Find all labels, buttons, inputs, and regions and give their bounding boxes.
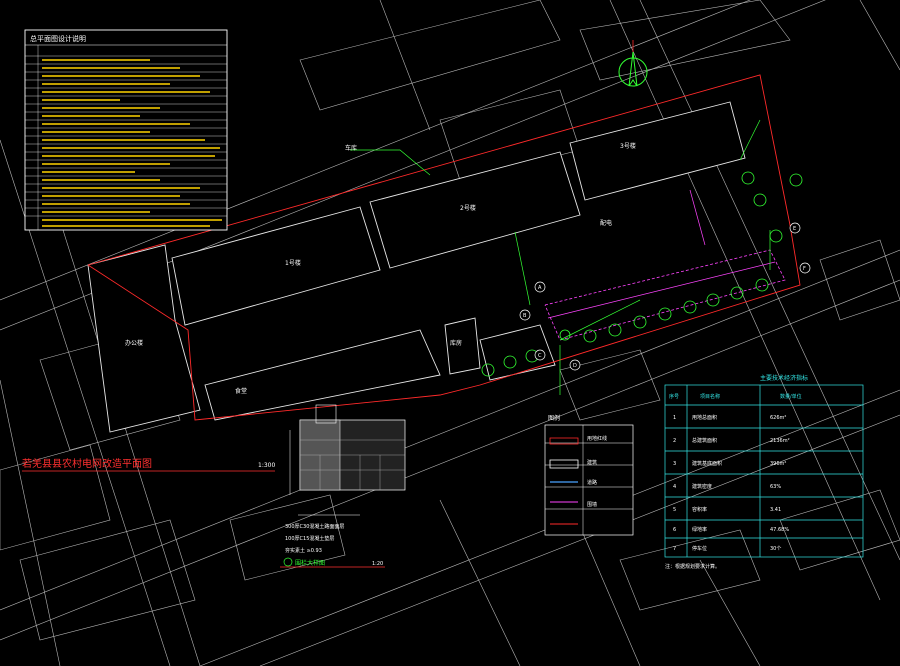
table-row-6-name: 绿地率 xyxy=(692,526,707,533)
drawing-title: 若羌县县农村电网改造平面图 xyxy=(22,457,152,470)
cad-drawing-canvas: A B C D E F 1号楼 2号楼 3号楼 办公楼 食堂 库房 配电 车库 xyxy=(0,0,900,666)
section-note-3: 夯实素土 ≥0.93 xyxy=(285,547,322,554)
label-building-7: 配电 xyxy=(600,219,612,227)
section-note-1: 300厚C30混凝土路面面层 xyxy=(285,523,344,530)
building-3 xyxy=(569,101,746,201)
section-scale: 1:20 xyxy=(372,561,383,567)
section-title: 围栏大样图 xyxy=(295,559,325,567)
legend-item-2: 建筑 xyxy=(587,459,597,466)
label-building-8: 车库 xyxy=(345,144,357,152)
table-row-5-no: 5 xyxy=(673,507,676,513)
table-row-5-name: 容积率 xyxy=(692,506,707,513)
label-building-1: 1号楼 xyxy=(285,259,301,267)
north-arrow-icon xyxy=(618,40,648,87)
table-row-2-name: 总建筑面积 xyxy=(692,437,717,444)
table-footnote: 注：根据规划要求计算。 xyxy=(665,563,720,570)
table-row-7-no: 7 xyxy=(673,546,676,552)
table-row-3-name: 建筑基底面积 xyxy=(692,460,722,467)
table-header-2: 项目名称 xyxy=(700,393,720,400)
table-rows: 1 用地总面积 626m² 2 总建筑面积 2136m² 3 建筑基底面积 39… xyxy=(673,414,790,552)
legend-item-4: 围墙 xyxy=(587,501,597,508)
table-row-2-no: 2 xyxy=(673,438,676,444)
fence-section-detail xyxy=(280,404,406,568)
label-building-6: 库房 xyxy=(450,339,462,347)
table-header-3: 数量/单位 xyxy=(780,393,802,400)
legend-item-3: 道路 xyxy=(587,479,597,486)
table-row-7-name: 停车位 xyxy=(692,545,707,552)
marker-b-label: B xyxy=(523,313,527,319)
site-boundary-magenta xyxy=(544,249,786,341)
table-row-1-name: 用地总面积 xyxy=(692,414,717,421)
marker-d-label: D xyxy=(573,363,577,369)
marker-f-label: F xyxy=(803,266,806,272)
table-row-6-val: 47.68% xyxy=(770,527,789,533)
drawing-scale: 1:300 xyxy=(258,462,275,469)
table-row-5-val: 3.41 xyxy=(770,507,781,513)
label-building-2: 2号楼 xyxy=(460,204,476,212)
table-row-3-val: 396m² xyxy=(770,461,786,467)
table-header-1: 序号 xyxy=(669,393,679,400)
table-row-4-name: 建筑密度 xyxy=(692,483,712,490)
section-note-2: 100厚C15混凝土垫层 xyxy=(285,535,334,542)
design-notes-panel xyxy=(24,29,228,231)
table-row-7-val: 30个 xyxy=(770,546,781,552)
legend-item-1: 用地红线 xyxy=(587,435,607,442)
building-5 xyxy=(204,329,441,421)
table-row-1-val: 626m² xyxy=(770,415,786,421)
table-row-2-val: 2136m² xyxy=(770,438,790,444)
table-row-6-no: 6 xyxy=(673,527,676,533)
design-notes-title: 总平面图设计说明 xyxy=(30,34,86,43)
table-row-4-no: 4 xyxy=(673,484,676,490)
legend-title: 图例 xyxy=(548,414,560,422)
marker-a-label: A xyxy=(538,285,542,291)
table-row-3-no: 3 xyxy=(673,461,676,467)
marker-e-label: E xyxy=(793,226,796,232)
label-building-4: 办公楼 xyxy=(125,339,143,347)
table-row-4-val: 63% xyxy=(770,484,781,490)
label-building-3: 3号楼 xyxy=(620,142,636,150)
marker-c-label: C xyxy=(538,353,542,359)
table-title: 主要技术经济指标 xyxy=(760,374,808,382)
label-building-5: 食堂 xyxy=(235,387,247,395)
table-row-1-no: 1 xyxy=(673,415,676,421)
